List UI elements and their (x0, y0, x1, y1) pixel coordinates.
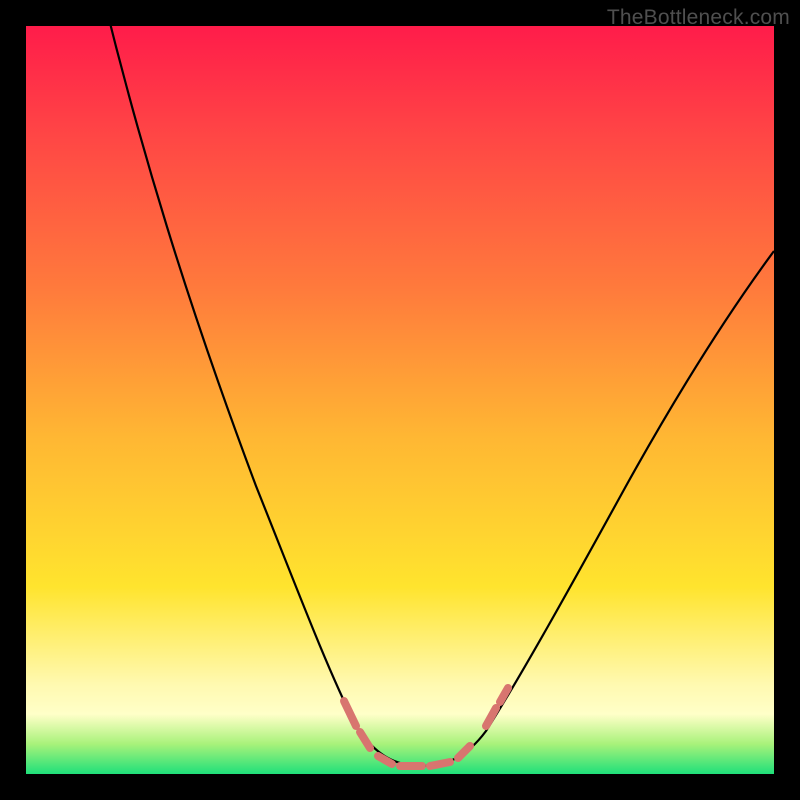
curve-markers (344, 688, 508, 766)
curve-path (82, 0, 774, 766)
chart-plot-area (26, 26, 774, 774)
bottleneck-curve (26, 26, 774, 774)
